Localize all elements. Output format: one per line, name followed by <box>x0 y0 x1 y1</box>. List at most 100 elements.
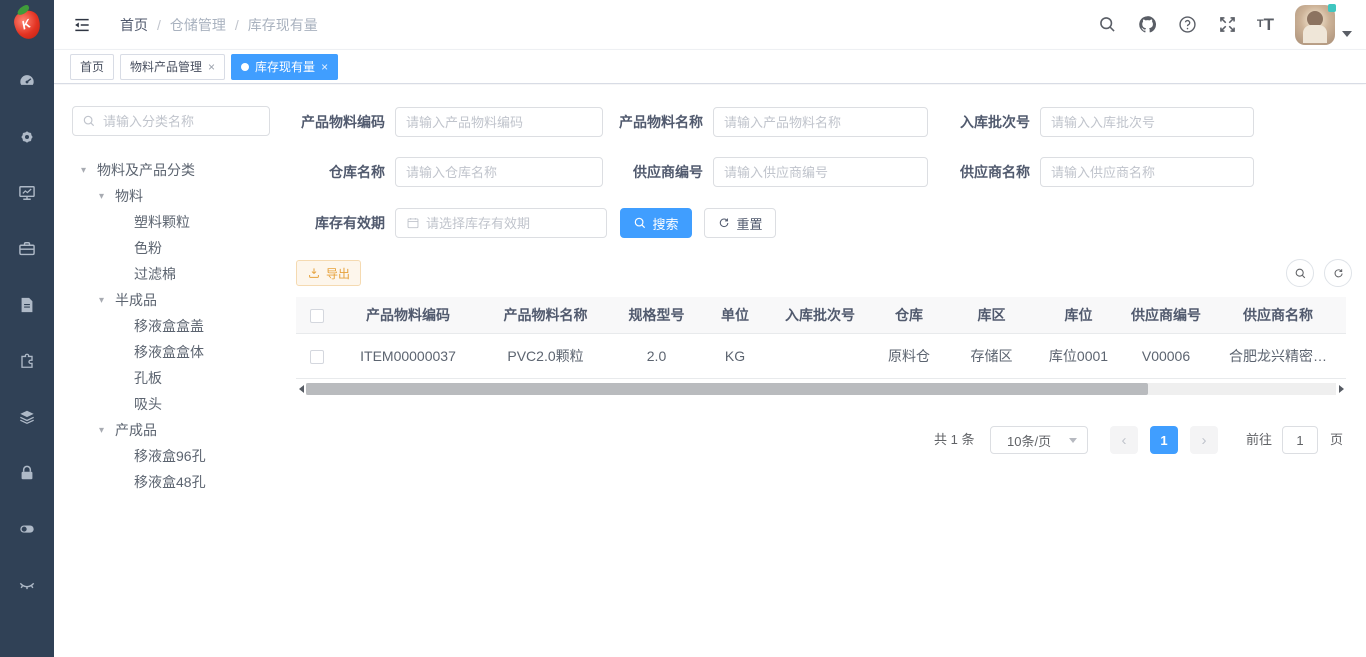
cell-batch <box>770 333 870 378</box>
tree-item-semi-finished[interactable]: ▾半成品 <box>54 287 324 313</box>
scrollbar-thumb[interactable] <box>306 383 1148 395</box>
vendor-code-input[interactable] <box>724 165 917 180</box>
inventory-table: 产品物料编码 产品物料名称 规格型号 单位 入库批次号 仓库 库区 库位 供应商… <box>296 297 1346 379</box>
tags-view-bar: 首页 物料产品管理 × 库存现有量 × <box>54 50 1366 84</box>
caret-down-icon[interactable]: ▾ <box>99 191 115 202</box>
fullscreen-icon <box>1217 14 1238 35</box>
tab-material-product-mgmt[interactable]: 物料产品管理 × <box>120 54 225 80</box>
tab-inventory-on-hand[interactable]: 库存现有量 × <box>231 54 338 80</box>
sidebar-item-briefcase[interactable] <box>0 221 54 277</box>
gear-icon <box>17 127 37 147</box>
cell-product-code: ITEM00000037 <box>338 333 478 378</box>
batch-no-input[interactable] <box>1051 115 1243 130</box>
sidebar-item-lock[interactable] <box>0 445 54 501</box>
chevron-left-icon: ‹ <box>1122 432 1127 449</box>
search-button[interactable]: 搜索 <box>620 208 692 238</box>
tree-item-well-plate[interactable]: 孔板 <box>54 365 324 391</box>
tree-item-pipette-box-48[interactable]: 移液盒48孔 <box>54 469 324 495</box>
prev-page-button[interactable]: ‹ <box>1110 426 1138 454</box>
menu-fold-button[interactable] <box>70 13 94 37</box>
toggle-icon <box>17 519 37 539</box>
tree-item-material[interactable]: ▾物料 <box>54 183 324 209</box>
goto-page-input[interactable] <box>1282 426 1318 454</box>
filter-vendor-code: 供应商编号 <box>603 157 928 187</box>
tree-item-tip[interactable]: 吸头 <box>54 391 324 417</box>
help-button[interactable] <box>1175 12 1200 37</box>
sidebar-item-monitor[interactable] <box>0 165 54 221</box>
fullscreen-button[interactable] <box>1215 12 1240 37</box>
table-row: ITEM00000037 PVC2.0颗粒 2.0 KG 原料仓 存储区 库位0… <box>296 333 1346 378</box>
sidebar-menu <box>0 50 54 613</box>
row-checkbox[interactable] <box>310 350 324 364</box>
col-vendor-code: 供应商编号 <box>1122 297 1210 333</box>
search-icon <box>1294 267 1307 280</box>
tree-item-pigment[interactable]: 色粉 <box>54 235 324 261</box>
cell-vendor-code: V00006 <box>1122 333 1210 378</box>
tree-item-plastic-pellet[interactable]: 塑料颗粒 <box>54 209 324 235</box>
sidebar-item-dashboard[interactable] <box>0 53 54 109</box>
top-navbar: 首页 / 仓储管理 / 库存现有量 TT <box>54 0 1366 50</box>
select-all-checkbox[interactable] <box>310 309 324 323</box>
warehouse-name-input[interactable] <box>406 165 592 180</box>
table-header-row: 产品物料编码 产品物料名称 规格型号 单位 入库批次号 仓库 库区 库位 供应商… <box>296 297 1346 333</box>
tab-home[interactable]: 首页 <box>70 54 114 80</box>
tree-item-box-body[interactable]: 移液盒盒体 <box>54 339 324 365</box>
vendor-name-input[interactable] <box>1051 165 1243 180</box>
category-search-input[interactable] <box>103 114 260 129</box>
show-search-toggle-button[interactable] <box>1286 259 1314 287</box>
github-button[interactable] <box>1135 12 1160 37</box>
breadcrumb-home[interactable]: 首页 <box>120 15 148 35</box>
caret-down-icon[interactable]: ▾ <box>81 165 97 176</box>
active-dot <box>241 63 249 71</box>
font-size-button[interactable]: TT <box>1255 14 1276 35</box>
product-code-input[interactable] <box>406 115 592 130</box>
breadcrumb: 首页 / 仓储管理 / 库存现有量 <box>120 15 318 35</box>
app-logo[interactable]: K <box>0 0 54 50</box>
sidebar-item-toggle[interactable] <box>0 501 54 557</box>
reset-button[interactable]: 重置 <box>704 208 776 238</box>
refresh-table-button[interactable] <box>1324 259 1352 287</box>
product-name-input[interactable] <box>724 115 917 130</box>
lock-icon <box>17 463 37 483</box>
close-icon[interactable]: × <box>321 61 328 73</box>
user-menu[interactable] <box>1295 5 1352 45</box>
scrollbar-track[interactable] <box>306 383 1336 395</box>
tree-item-root[interactable]: ▾物料及产品分类 <box>54 157 324 183</box>
layers-icon <box>17 407 37 427</box>
close-icon[interactable]: × <box>208 61 215 73</box>
col-batch: 入库批次号 <box>770 297 870 333</box>
tree-item-pipette-box-96[interactable]: 移液盒96孔 <box>54 443 324 469</box>
refresh-icon <box>717 216 731 230</box>
breadcrumb-current-page: 库存现有量 <box>248 15 318 35</box>
header-search-button[interactable] <box>1095 12 1120 37</box>
next-page-button[interactable]: › <box>1190 426 1218 454</box>
scroll-right-arrow[interactable] <box>1336 382 1346 396</box>
sidebar-item-layers[interactable] <box>0 389 54 445</box>
col-product-name: 产品物料名称 <box>478 297 613 333</box>
category-tree: ▾物料及产品分类 ▾物料 塑料颗粒 色粉 过滤棉 ▾半成品 移液盒盒盖 移液盒盒… <box>54 157 324 495</box>
caret-down-icon[interactable]: ▾ <box>99 295 115 306</box>
main-area: 首页 / 仓储管理 / 库存现有量 TT <box>54 0 1366 657</box>
filter-batch-no: 入库批次号 <box>930 107 1254 137</box>
sidebar-item-puzzle[interactable] <box>0 333 54 389</box>
col-product-code: 产品物料编码 <box>338 297 478 333</box>
avatar[interactable] <box>1295 5 1335 45</box>
page-size-select[interactable]: 10条/页 <box>990 426 1088 454</box>
sidebar-item-eye-closed[interactable] <box>0 557 54 613</box>
tree-item-finished[interactable]: ▾产成品 <box>54 417 324 443</box>
export-button[interactable]: 导出 <box>296 260 361 286</box>
tree-item-filter-cotton[interactable]: 过滤棉 <box>54 261 324 287</box>
sidebar-item-settings[interactable] <box>0 109 54 165</box>
cell-location: 库位0001 <box>1035 333 1122 378</box>
tree-item-box-lid[interactable]: 移液盒盒盖 <box>54 313 324 339</box>
cell-warehouse: 原料仓 <box>870 333 948 378</box>
scroll-left-arrow[interactable] <box>296 382 306 396</box>
expiry-date-input[interactable] <box>426 216 596 231</box>
dashboard-icon <box>17 71 37 91</box>
horizontal-scrollbar <box>296 382 1346 396</box>
page-number-1[interactable]: 1 <box>1150 426 1178 454</box>
menu-fold-icon <box>72 15 92 35</box>
sidebar-item-document[interactable] <box>0 277 54 333</box>
navbar-actions: TT <box>1095 5 1352 45</box>
caret-down-icon[interactable]: ▾ <box>99 425 115 436</box>
